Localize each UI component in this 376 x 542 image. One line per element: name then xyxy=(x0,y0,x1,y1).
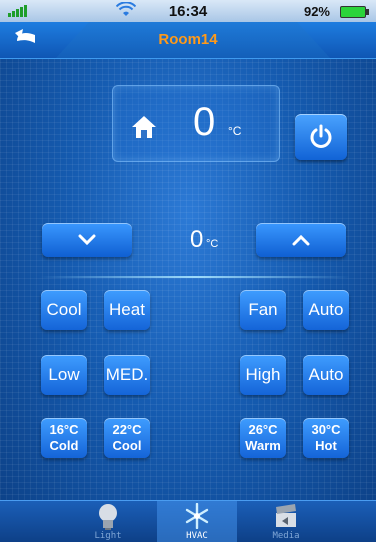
preset-hot-button[interactable]: 30°C Hot xyxy=(303,418,349,458)
mode-heat-button[interactable]: Heat xyxy=(104,290,150,330)
preset-label: Hot xyxy=(315,438,337,453)
header-bar: Room14 xyxy=(0,22,376,59)
power-button[interactable] xyxy=(295,114,347,160)
fan-auto-button[interactable]: Auto xyxy=(303,355,349,395)
bottom-tab-bar: Light HVAC Media xyxy=(0,500,376,542)
preset-cool-button[interactable]: 22°C Cool xyxy=(104,418,150,458)
preset-label: Warm xyxy=(245,438,281,453)
tab-media[interactable]: Media xyxy=(246,501,326,542)
mode-fan-button[interactable]: Fan xyxy=(240,290,286,330)
mode-auto-button[interactable]: Auto xyxy=(303,290,349,330)
tab-hvac[interactable]: HVAC xyxy=(157,501,237,542)
battery-percent: 92% xyxy=(303,4,330,19)
room-temperature-value: 0 xyxy=(193,100,216,144)
clapperboard-icon xyxy=(276,504,296,527)
power-icon xyxy=(310,124,332,148)
preset-temp: 30°C xyxy=(311,422,341,437)
increase-temperature-button[interactable] xyxy=(256,223,346,257)
decrease-temperature-button[interactable] xyxy=(42,223,132,257)
preset-temp: 26°C xyxy=(248,422,278,437)
app-screen: 16:34 92% Room14 0 °C 0 °C Cool Heat Fan… xyxy=(0,0,376,542)
preset-warm-button[interactable]: 26°C Warm xyxy=(240,418,286,458)
fan-high-button[interactable]: High xyxy=(240,355,286,395)
battery-icon xyxy=(340,6,369,18)
snowflake-icon xyxy=(185,503,209,529)
preset-label: Cold xyxy=(49,438,79,453)
fan-med-button[interactable]: MED. xyxy=(104,355,150,395)
page-title: Room14 xyxy=(158,31,218,48)
divider xyxy=(40,276,350,278)
home-icon xyxy=(131,114,157,140)
tab-label: HVAC xyxy=(186,531,208,541)
setpoint-value: 0 xyxy=(190,226,204,253)
preset-temp: 16°C xyxy=(49,422,79,437)
setpoint-unit: °C xyxy=(206,238,219,250)
preset-label: Cool xyxy=(112,438,142,453)
chevron-up-icon xyxy=(292,234,310,246)
chevron-down-icon xyxy=(78,234,96,246)
preset-cold-button[interactable]: 16°C Cold xyxy=(41,418,87,458)
tab-label: Light xyxy=(94,531,122,541)
tab-label: Media xyxy=(272,531,300,541)
status-bar: 16:34 92% xyxy=(0,0,376,22)
tab-light[interactable]: Light xyxy=(68,501,148,542)
preset-temp: 22°C xyxy=(112,422,142,437)
room-temperature-unit: °C xyxy=(228,124,242,138)
fan-low-button[interactable]: Low xyxy=(41,355,87,395)
bulb-icon xyxy=(99,504,117,530)
mode-cool-button[interactable]: Cool xyxy=(41,290,87,330)
room-temperature-panel: 0 °C xyxy=(112,85,280,162)
